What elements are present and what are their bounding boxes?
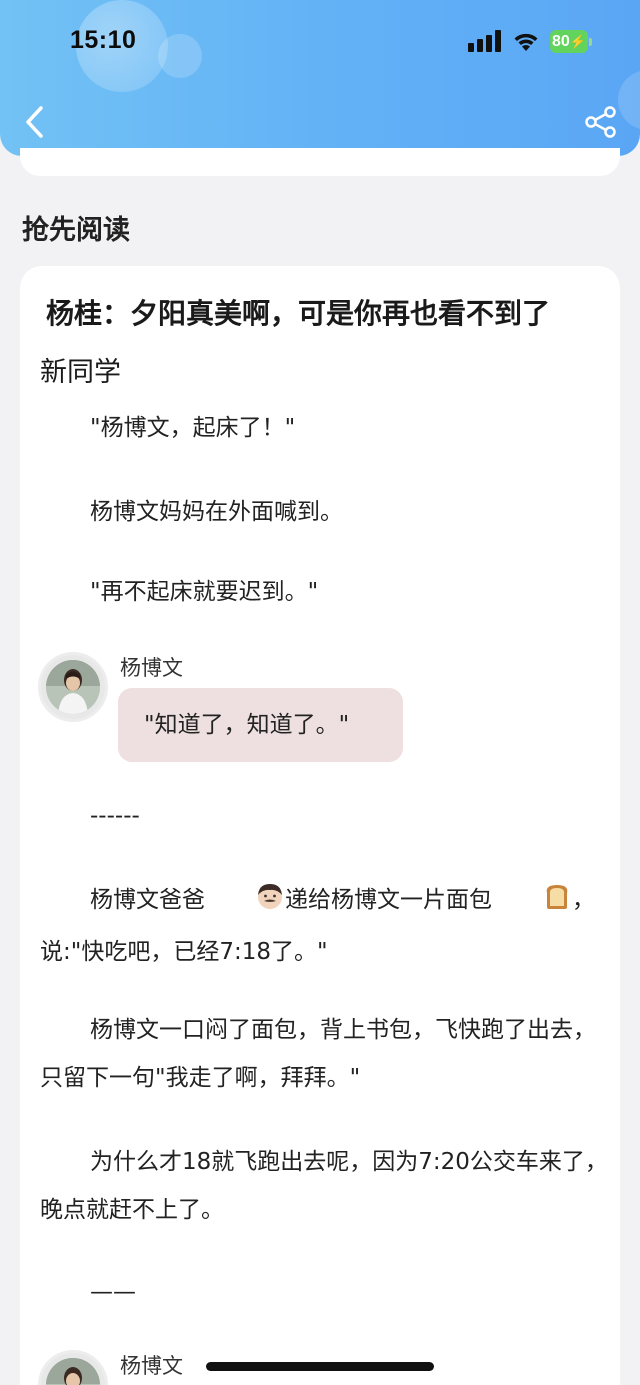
speech-bubble: "知道了，知道了。" [118, 688, 403, 762]
battery-level: 80 [552, 33, 570, 50]
paragraph: 为什么才18就飞跑出去呢，因为7:20公交车来了，晚点就赶不上了。 [40, 1149, 608, 1223]
status-time: 15:10 [70, 26, 137, 54]
share-icon[interactable] [584, 106, 618, 138]
avatar[interactable] [38, 652, 108, 722]
home-indicator[interactable] [206, 1362, 434, 1371]
chapter-title: 新同学 [40, 357, 121, 388]
battery-tip [589, 38, 592, 46]
app-header [0, 0, 640, 156]
paragraph: 杨博文一口闷了面包，背上书包，飞快跑了出去，只留下一句"我走了啊，拜拜。" [40, 1017, 596, 1091]
decorative-bubble [158, 34, 202, 78]
paragraph: "杨博文，起床了！" [90, 415, 296, 441]
section-title: 抢先阅读 [22, 215, 130, 246]
paragraph: "再不起床就要迟到。" [90, 579, 319, 605]
paragraph: 杨博文妈妈在外面喊到。 [90, 499, 343, 525]
speaker-name: 杨博文 [120, 1354, 183, 1378]
cellular-signal-icon [468, 30, 502, 52]
speaker-name: 杨博文 [120, 656, 183, 680]
wifi-icon [514, 33, 538, 51]
decorative-bubble [618, 70, 640, 130]
divider-text: —— [90, 1279, 136, 1305]
man-face-emoji-icon [205, 880, 285, 928]
paragraph-text: 递给杨博文一片面包 [285, 887, 492, 913]
bread-emoji-icon [492, 880, 572, 928]
avatar-photo [46, 660, 100, 714]
paragraph: 杨博文爸爸 递给杨博文一片面包 ，说:"快吃吧，已经7:18了。" [40, 876, 608, 976]
divider-text: ------ [90, 803, 140, 829]
previous-card-edge [20, 148, 620, 176]
avatar-photo [46, 1358, 100, 1385]
paragraph-text: 杨博文爸爸 [90, 887, 205, 913]
battery-indicator: 80⚡ [550, 30, 588, 53]
article-title[interactable]: 杨桂：夕阳真美啊，可是你再也看不到了 [46, 292, 550, 332]
chevron-left-icon[interactable] [22, 104, 48, 140]
